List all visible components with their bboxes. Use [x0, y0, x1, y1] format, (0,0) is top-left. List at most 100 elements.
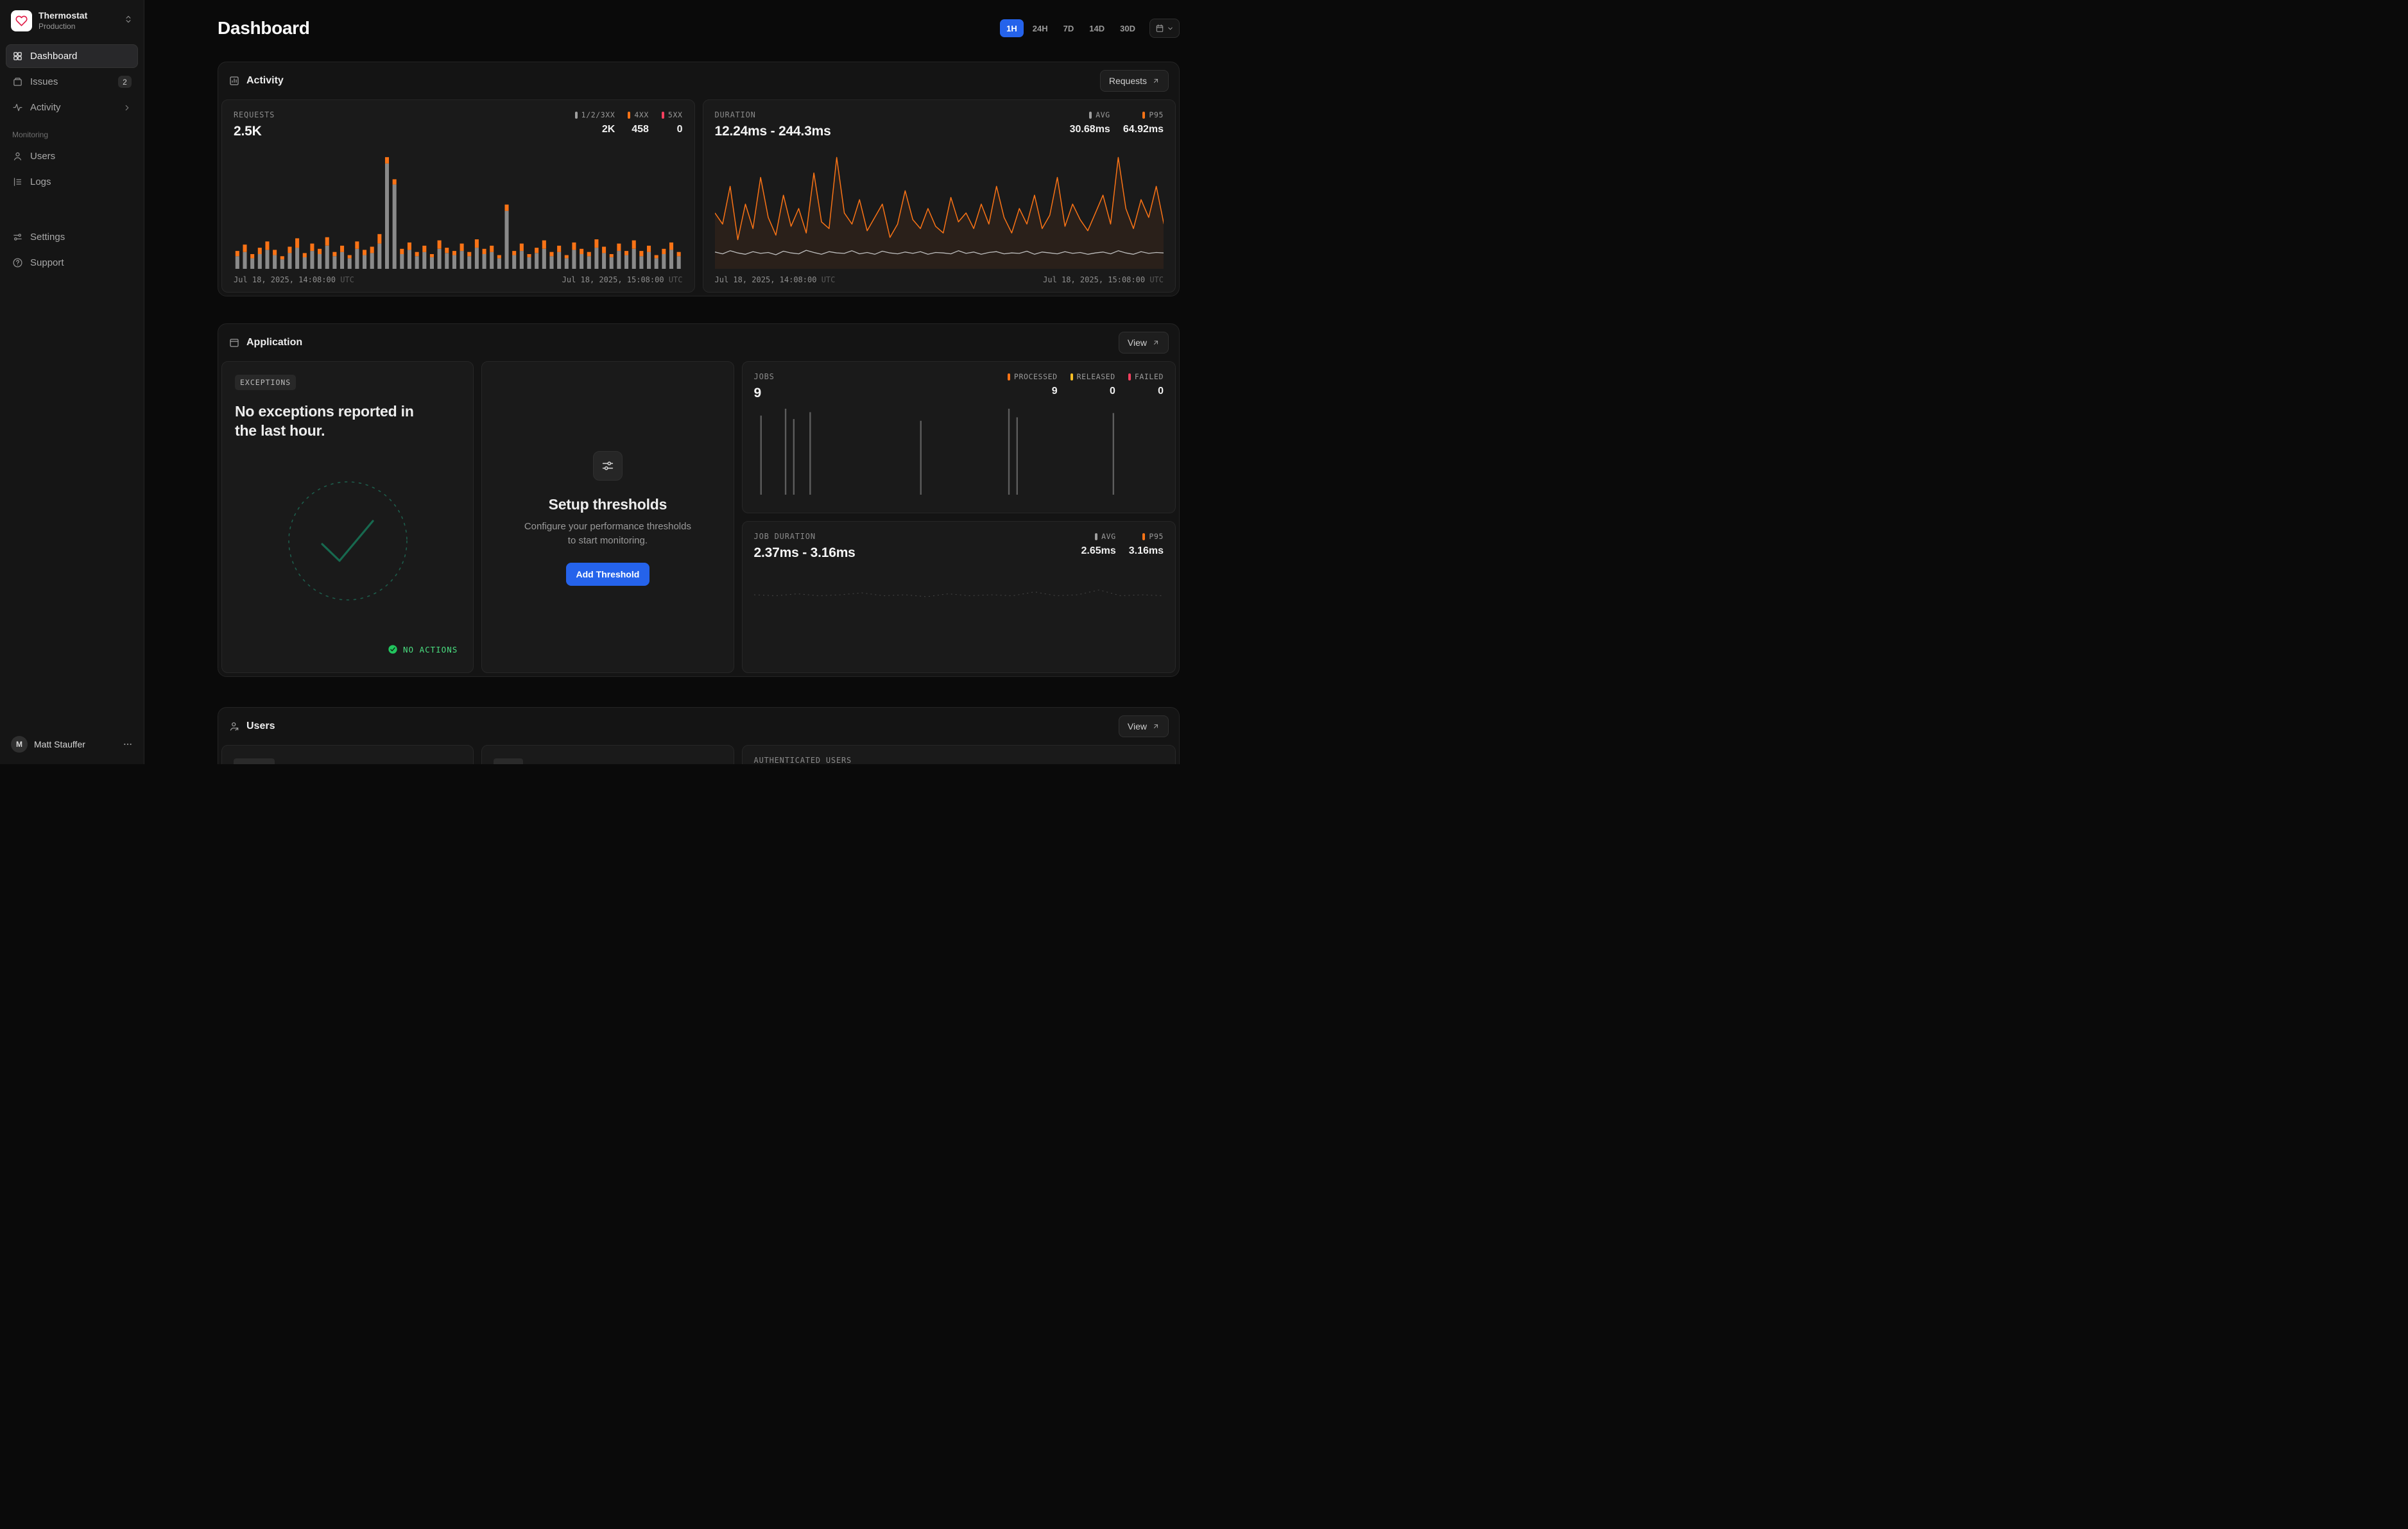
- users-left-panel: [221, 745, 474, 764]
- range-pill-14d[interactable]: 14D: [1083, 19, 1111, 37]
- legend-item-p95: P95 64.92ms: [1123, 110, 1164, 135]
- logs-icon: [12, 176, 23, 187]
- jobs-panel: JOBS 9 PROCESSED 9 RELEASED 0: [742, 361, 1176, 513]
- exceptions-panel: EXCEPTIONS No exceptions reported in the…: [221, 361, 474, 673]
- main-content: Dashboard 1H 24H 7D 14D 30D Activity: [144, 0, 1204, 764]
- application-card-title: Application: [246, 337, 302, 348]
- page-header: Dashboard 1H 24H 7D 14D 30D: [218, 18, 1180, 38]
- sidebar-item-logs[interactable]: Logs: [6, 170, 138, 194]
- sidebar-item-label: Issues: [30, 76, 111, 87]
- sidebar-user-row: M Matt Stauffer: [6, 731, 138, 758]
- requests-link-button[interactable]: Requests: [1100, 70, 1169, 92]
- app-name: Thermostat: [39, 10, 117, 22]
- x-axis-start: Jul 18, 2025, 14:08:00 UTC: [234, 275, 354, 284]
- range-pill-24h[interactable]: 24H: [1026, 19, 1054, 37]
- exceptions-ok-illustration: [235, 441, 460, 642]
- arrow-up-right-icon: [1152, 339, 1160, 346]
- grid-icon: [12, 51, 23, 62]
- range-pill-1h[interactable]: 1H: [1000, 19, 1024, 37]
- jobs-column: JOBS 9 PROCESSED 9 RELEASED 0: [742, 361, 1176, 673]
- exceptions-status-row: NO ACTIONS: [235, 642, 460, 660]
- legend-item-2xx: 1/2/3XX 2K: [575, 110, 615, 135]
- add-threshold-button[interactable]: Add Threshold: [566, 563, 650, 586]
- calendar-icon: [1155, 24, 1164, 33]
- legend-item-released: RELEASED 0: [1071, 372, 1115, 397]
- legend-dot-amber: [1071, 373, 1073, 380]
- duration-range-value: 12.24ms - 244.3ms: [715, 124, 831, 139]
- users-card-header: Users View: [218, 708, 1179, 745]
- duration-legend: AVG 30.68ms P95 64.92ms: [1070, 110, 1164, 135]
- authenticated-users-panel: AUTHENTICATED USERS: [742, 745, 1176, 764]
- legend-item-5xx: 5XX 0: [662, 110, 683, 135]
- thresholds-title: Setup thresholds: [549, 496, 667, 513]
- sidebar-item-dashboard[interactable]: Dashboard: [6, 44, 138, 68]
- users-view-button[interactable]: View: [1119, 715, 1169, 737]
- legend-dot-red: [1128, 373, 1131, 380]
- sidebar-nav: Dashboard Issues 2 Activity Monitoring U…: [6, 44, 138, 277]
- range-pill-30d[interactable]: 30D: [1114, 19, 1142, 37]
- date-picker-button[interactable]: [1149, 19, 1180, 38]
- application-card: Application View EXCEPTIONS No exception…: [218, 323, 1180, 677]
- legend-dot-gray: [575, 112, 578, 119]
- user-avatar: M: [11, 736, 28, 753]
- activity-card: Activity Requests REQUESTS 2.5K: [218, 62, 1180, 296]
- application-card-header: Application View: [218, 324, 1179, 361]
- arrow-up-right-icon: [1152, 77, 1160, 85]
- sidebar-item-settings[interactable]: Settings: [6, 225, 138, 249]
- app-meta: Thermostat Production: [39, 10, 117, 31]
- sidebar-item-activity[interactable]: Activity: [6, 96, 138, 119]
- jobs-label: JOBS: [754, 372, 775, 381]
- users-section-icon: [228, 721, 240, 732]
- job-duration-sparkline: [754, 577, 1164, 622]
- x-axis-end: Jul 18, 2025, 15:08:00 UTC: [1043, 275, 1164, 284]
- legend-dot-orange: [1142, 533, 1145, 540]
- chevrons-up-down-icon: [124, 15, 133, 27]
- sidebar-item-label: Logs: [30, 176, 132, 187]
- sidebar-item-label: Settings: [30, 232, 132, 243]
- thresholds-panel: Setup thresholds Configure your performa…: [481, 361, 734, 673]
- app-root: Thermostat Production Dashboard Issues 2…: [0, 0, 1204, 764]
- job-duration-label: JOB DURATION: [754, 532, 856, 541]
- users-view-label: View: [1128, 721, 1147, 731]
- thresholds-icon-box: [593, 451, 623, 481]
- requests-link-label: Requests: [1109, 76, 1147, 86]
- sidebar-item-label: Support: [30, 257, 132, 268]
- duration-line-chart: [715, 147, 1164, 269]
- application-view-button[interactable]: View: [1119, 332, 1169, 354]
- job-duration-panel: JOB DURATION 2.37ms - 3.16ms AVG 2.65ms …: [742, 521, 1176, 673]
- sidebar-item-users[interactable]: Users: [6, 144, 138, 168]
- app-switcher[interactable]: Thermostat Production: [6, 6, 138, 35]
- legend-dot-gray: [1095, 533, 1097, 540]
- user-name: Matt Stauffer: [34, 739, 116, 749]
- sidebar-item-support[interactable]: Support: [6, 251, 138, 275]
- x-axis-end: Jul 18, 2025, 15:08:00 UTC: [562, 275, 683, 284]
- legend-item-processed: PROCESSED 9: [1008, 372, 1058, 397]
- loading-skeleton: [234, 758, 275, 764]
- duration-label: DURATION: [715, 110, 831, 119]
- chevron-down-icon: [1167, 25, 1174, 32]
- x-axis-start: Jul 18, 2025, 14:08:00 UTC: [715, 275, 836, 284]
- users-middle-panel: [481, 745, 734, 764]
- users-card: Users View AUTHENTICATED USERS: [218, 707, 1180, 764]
- activity-section-icon: [228, 75, 240, 87]
- help-circle-icon: [12, 257, 23, 268]
- user-icon: [12, 151, 23, 162]
- sidebar-item-issues[interactable]: Issues 2: [6, 70, 138, 94]
- pulse-icon: [12, 102, 23, 113]
- legend-dot-red: [662, 112, 664, 119]
- users-card-title: Users: [246, 721, 275, 732]
- user-menu-ellipsis-icon[interactable]: [123, 739, 133, 749]
- loading-skeleton: [494, 758, 523, 764]
- heart-logo-icon: [15, 15, 28, 27]
- application-view-label: View: [1128, 337, 1147, 348]
- legend-item-failed: FAILED 0: [1128, 372, 1164, 397]
- range-pill-7d[interactable]: 7D: [1057, 19, 1081, 37]
- jobs-legend: PROCESSED 9 RELEASED 0 FAILED 0: [1008, 372, 1164, 397]
- issues-count-badge: 2: [118, 76, 132, 88]
- jobs-event-chart: [754, 409, 1164, 495]
- nav-section-monitoring: Monitoring: [6, 121, 138, 144]
- thresholds-description: Configure your performance thresholds to…: [520, 520, 695, 548]
- sidebar-item-label: Users: [30, 151, 132, 162]
- sidebar-item-label: Activity: [30, 102, 116, 113]
- sidebar: Thermostat Production Dashboard Issues 2…: [0, 0, 144, 764]
